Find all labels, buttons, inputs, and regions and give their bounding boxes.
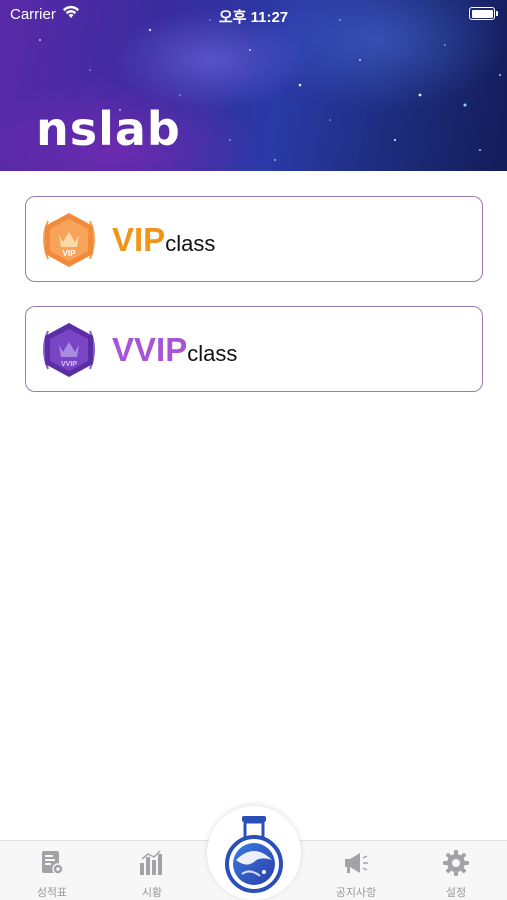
tab-market[interactable]: 시황 [112,841,192,900]
tab-settings-label: 설정 [445,887,467,899]
tab-market-label: 시황 [141,887,163,899]
vip-crown-badge-icon: VIP [38,209,100,271]
header-banner: Carrier 오후 11:27 nslab [0,0,507,171]
center-home-button[interactable] [207,806,301,900]
status-time: 오후 11:27 [218,9,289,26]
tab-notices-label: 공지사항 [335,887,377,899]
flask-globe-icon [225,816,283,893]
vvip-crown-badge-icon: VVIP [38,319,100,381]
app-logo: nslab [36,102,181,156]
tab-report-card[interactable]: 성적표 [12,841,92,900]
svg-text:VVIP: VVIP [61,361,77,368]
vvip-class-title: VVIPclass [112,331,237,369]
status-bar: Carrier 오후 11:27 [0,0,507,28]
vip-title-text: VIP [112,221,166,258]
bar-chart-icon [138,849,166,877]
vvip-class-suffix: class [187,341,238,366]
vip-class-suffix: class [165,231,216,256]
tab-notices[interactable]: 공지사항 [316,841,396,900]
megaphone-icon [342,849,370,877]
report-card-icon [38,849,66,877]
tab-settings[interactable]: 설정 [416,841,496,900]
vvip-class-card[interactable]: VVIP VVIPclass [25,306,483,392]
vip-class-card[interactable]: VIP VIPclass [25,196,483,282]
vip-class-title: VIPclass [112,221,215,259]
gear-icon [442,849,470,877]
vvip-title-text: VVIP [112,331,188,368]
tab-report-card-label: 성적표 [36,887,68,899]
battery-icon [469,7,498,20]
svg-text:VIP: VIP [63,249,77,258]
